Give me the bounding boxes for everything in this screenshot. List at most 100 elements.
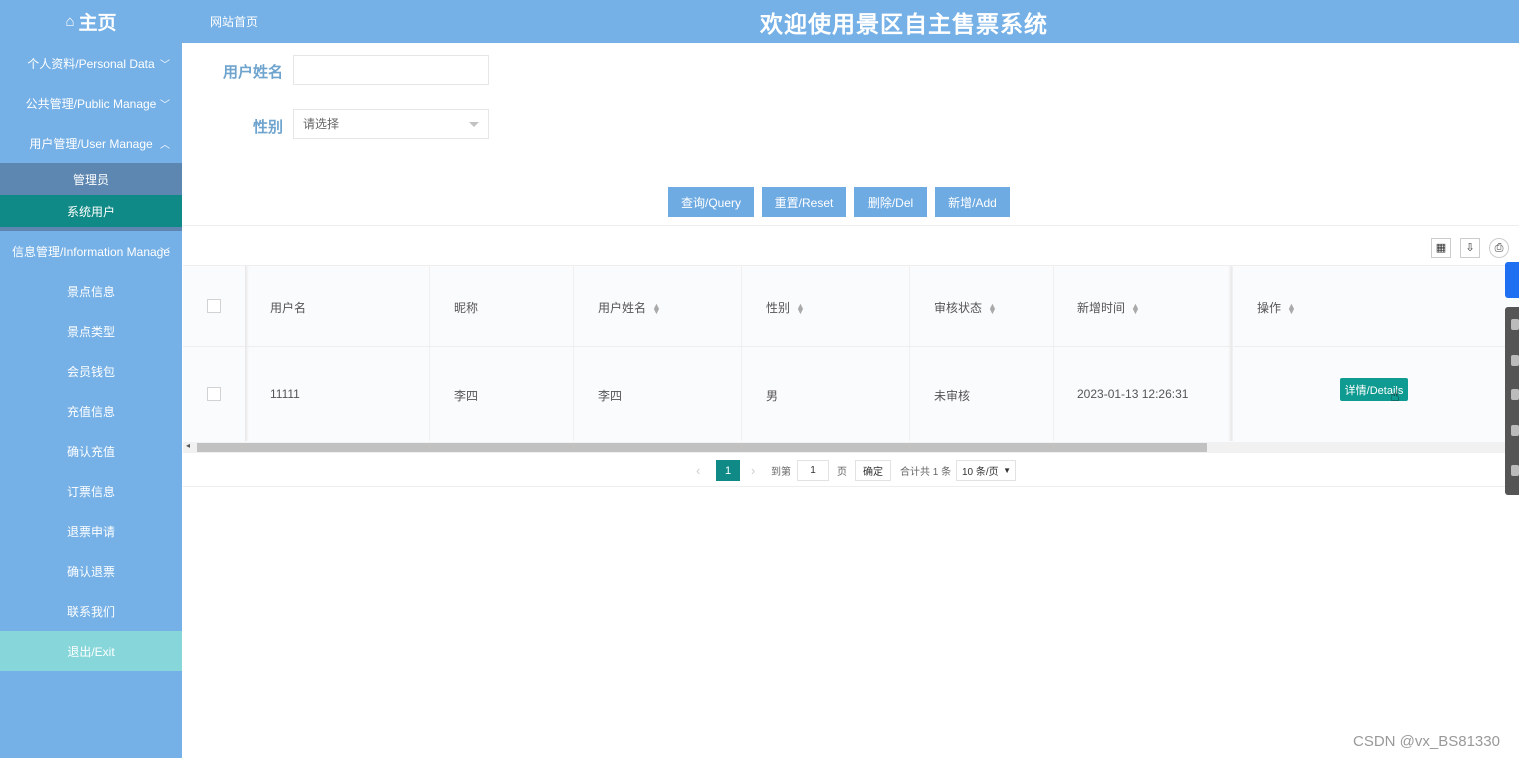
page-unit-label: 页 bbox=[837, 466, 847, 478]
sort-icon[interactable]: ▲ ▼ bbox=[1131, 301, 1140, 315]
column-header-label: 性别 bbox=[766, 301, 791, 315]
column-header-nickname: 昵称 bbox=[454, 301, 479, 315]
home-icon: ⌂ bbox=[65, 13, 75, 30]
user-submenu: 管理员 系统用户 bbox=[0, 163, 182, 231]
query-button[interactable]: 查询/Query bbox=[668, 187, 754, 217]
column-header-label: 审核状态 bbox=[934, 301, 983, 315]
sidebar-group-label: 公共管理/Public Manage bbox=[25, 96, 157, 111]
sidebar-item-refund-request[interactable]: 退票申请 bbox=[0, 511, 182, 551]
sidebar-item-scenic-type[interactable]: 景点类型 bbox=[0, 311, 182, 351]
toolbar-icon[interactable] bbox=[1511, 355, 1519, 366]
total-count: 合计共 1 条 bbox=[900, 466, 952, 478]
fixed-col-shadow bbox=[1228, 266, 1232, 441]
column-header-realname[interactable]: 用户姓名 ▲ ▼ bbox=[598, 299, 661, 316]
fixed-col-shadow bbox=[245, 266, 249, 441]
table-horizontal-scrollbar[interactable]: ◂ bbox=[183, 441, 1519, 453]
toolbar-icon[interactable] bbox=[1511, 465, 1519, 476]
sidebar-item-admin[interactable]: 管理员 bbox=[0, 163, 182, 195]
page-size-select[interactable]: 10 条/页 ▼ bbox=[956, 460, 1016, 481]
sort-icon[interactable]: ▲ ▼ bbox=[988, 301, 997, 315]
sidebar-item-confirm-recharge[interactable]: 确认充值 bbox=[0, 431, 182, 471]
gender-select[interactable]: 请选择 bbox=[293, 109, 489, 139]
sidebar-group-personal[interactable]: 个人资料/Personal Data ﹀ bbox=[0, 43, 182, 83]
floating-toolbar[interactable] bbox=[1505, 307, 1519, 495]
sidebar-item-contact-us[interactable]: 联系我们 bbox=[0, 591, 182, 631]
chevron-up-icon: ︿ bbox=[160, 139, 170, 151]
column-header-username: 用户名 bbox=[270, 301, 307, 315]
toolbar-icon[interactable] bbox=[1511, 425, 1519, 436]
col-divider bbox=[573, 266, 574, 441]
chevron-down-icon: ﹀ bbox=[160, 59, 170, 71]
export-icon[interactable]: ⇩ bbox=[1460, 238, 1480, 258]
sort-icon[interactable]: ▲ ▼ bbox=[1287, 301, 1296, 315]
name-search-input[interactable] bbox=[293, 55, 489, 85]
sidebar-item-confirm-refund[interactable]: 确认退票 bbox=[0, 551, 182, 591]
next-page-icon[interactable]: › bbox=[751, 459, 755, 481]
column-header-label: 用户姓名 bbox=[598, 301, 647, 315]
sidebar-item-exit[interactable]: 退出/Exit bbox=[0, 631, 182, 671]
sidebar-item-scenic-info[interactable]: 景点信息 bbox=[0, 271, 182, 311]
column-header-status[interactable]: 审核状态 ▲ ▼ bbox=[934, 299, 997, 316]
caret-down-icon bbox=[469, 122, 479, 127]
goto-page-input[interactable]: 1 bbox=[797, 460, 829, 481]
watermark: CSDN @vx_BS81330 bbox=[1353, 733, 1500, 750]
select-all-checkbox[interactable] bbox=[207, 299, 221, 313]
reset-button[interactable]: 重置/Reset bbox=[762, 187, 846, 217]
gender-search-label: 性别 bbox=[252, 119, 283, 136]
data-table: 用户名 昵称 用户姓名 ▲ ▼ 性别 ▲ ▼ 审核状态 ▲ ▼ 新增时间 ▲ ▼ 操作 ▲ ▼ 11… bbox=[183, 265, 1519, 442]
sidebar-group-label: 个人资料/Personal Data bbox=[27, 56, 155, 71]
top-bar: ⌂ 主页 网站首页 欢迎使用景区自主售票系统 bbox=[0, 0, 1519, 43]
column-header-label: 操作 bbox=[1257, 301, 1282, 315]
column-header-label: 新增时间 bbox=[1077, 301, 1126, 315]
sidebar-item-recharge-info[interactable]: 充值信息 bbox=[0, 391, 182, 431]
sidebar-item-booking-info[interactable]: 订票信息 bbox=[0, 471, 182, 511]
delete-button[interactable]: 删除/Del bbox=[854, 187, 927, 217]
col-divider bbox=[429, 266, 430, 441]
cell-username: 11111 bbox=[270, 387, 300, 401]
cell-status: 未审核 bbox=[934, 389, 971, 403]
scroll-left-arrow-icon[interactable]: ◂ bbox=[186, 441, 190, 450]
sidebar-group-label: 信息管理/Information Manage bbox=[11, 244, 171, 259]
cell-nickname: 李四 bbox=[454, 389, 479, 403]
chevron-down-icon: ﹀ bbox=[160, 99, 170, 111]
sidebar-group-public[interactable]: 公共管理/Public Manage ﹀ bbox=[0, 83, 182, 123]
sidebar-group-label: 用户管理/User Manage bbox=[29, 136, 153, 151]
row-divider bbox=[183, 346, 1519, 347]
floating-tool-button[interactable] bbox=[1505, 262, 1519, 298]
row-checkbox[interactable] bbox=[207, 387, 221, 401]
col-divider bbox=[1232, 266, 1233, 441]
sort-icon[interactable]: ▲ ▼ bbox=[652, 301, 661, 315]
site-home-link[interactable]: 网站首页 bbox=[210, 13, 258, 30]
name-search-label: 用户姓名 bbox=[222, 64, 283, 81]
table-toolbar: ▦ ⇩ ⎙ bbox=[183, 225, 1519, 265]
gender-select-placeholder: 请选择 bbox=[303, 117, 340, 131]
sidebar-group-user[interactable]: 用户管理/User Manage ︿ bbox=[0, 123, 182, 163]
sidebar-item-member-wallet[interactable]: 会员钱包 bbox=[0, 351, 182, 391]
page-size-value: 10 条/页 bbox=[962, 467, 999, 478]
home-logo[interactable]: ⌂ 主页 bbox=[0, 0, 182, 43]
columns-icon[interactable]: ▦ bbox=[1431, 238, 1451, 258]
sidebar-group-info[interactable]: 信息管理/Information Manage ﹀ bbox=[0, 231, 182, 271]
sort-icon[interactable]: ▲ ▼ bbox=[796, 301, 805, 315]
print-icon[interactable]: ⎙ bbox=[1489, 238, 1509, 258]
column-header-action[interactable]: 操作 ▲ ▼ bbox=[1257, 299, 1296, 316]
hand-cursor-icon: ☝ bbox=[1390, 388, 1400, 405]
scrollbar-thumb[interactable] bbox=[197, 443, 1207, 452]
add-button[interactable]: 新增/Add bbox=[935, 187, 1010, 217]
col-divider bbox=[909, 266, 910, 441]
chevron-down-icon: ▼ bbox=[1003, 466, 1011, 475]
pager-divider bbox=[183, 486, 1519, 487]
sidebar-item-system-user[interactable]: 系统用户 bbox=[0, 195, 182, 227]
goto-label: 到第 bbox=[771, 466, 791, 478]
prev-page-icon[interactable]: ‹ bbox=[696, 459, 700, 481]
cell-gender: 男 bbox=[766, 389, 779, 403]
column-header-gender[interactable]: 性别 ▲ ▼ bbox=[766, 299, 805, 316]
home-label: 主页 bbox=[78, 13, 117, 34]
cell-realname: 李四 bbox=[598, 389, 623, 403]
column-header-created[interactable]: 新增时间 ▲ ▼ bbox=[1077, 299, 1140, 316]
goto-confirm-button[interactable]: 确定 bbox=[855, 460, 891, 481]
toolbar-icon[interactable] bbox=[1511, 389, 1519, 400]
system-title: 欢迎使用景区自主售票系统 bbox=[760, 11, 1048, 37]
toolbar-icon[interactable] bbox=[1511, 319, 1519, 330]
page-number-current[interactable]: 1 bbox=[716, 460, 740, 481]
